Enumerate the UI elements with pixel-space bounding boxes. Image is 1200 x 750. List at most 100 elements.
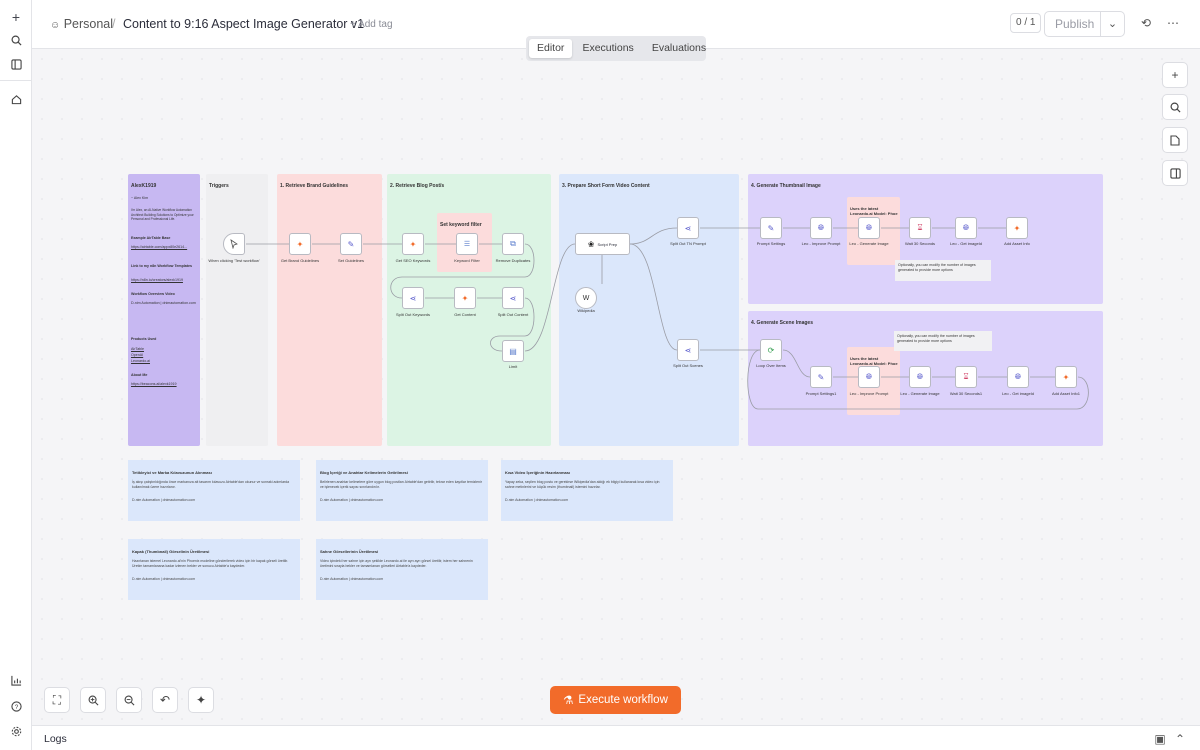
tidy-up-button[interactable]: ✦ [188,687,214,713]
note-scenes-body: Video içindeki her sahne için ayrı şekil… [320,559,473,568]
execute-workflow-button[interactable]: ⚗ Execute workflow [550,686,681,714]
node-wikipedia[interactable]: W [575,287,597,309]
note-video[interactable]: Kısa Video İçeriğinin Hazırlanması Yapay… [501,460,673,521]
fit-view-button[interactable]: ⛶ [44,687,70,713]
version-counter: 0 / 1 [1010,13,1042,33]
note-blog-footer: D-nim Automation | dnimautomation.com [320,498,384,502]
history-icon[interactable]: ⟲ [1138,15,1154,31]
edit-icon: ✎ [817,372,825,382]
airtable-icon: ✦ [296,239,304,249]
node-leo-generate-image[interactable]: 🌐︎ [858,217,880,239]
more-icon[interactable]: ⋯ [1165,15,1181,31]
node-set-guidelines[interactable]: ✎ [340,233,362,255]
label-get-seo-keywords: Get SEO Keywords [395,258,431,263]
split-icon: ⋖ [409,293,417,303]
label-split-out-scenes: Split Out Scenes [673,363,703,368]
insights-icon[interactable] [6,670,26,690]
note-scenes[interactable]: Sahne Görsellerinin Üretilmesi Video içi… [316,539,488,600]
label-leo-generate-image: Leo - Generate Image [849,241,889,246]
note-video-body: Yapay zeka, seçilen blog postu ve gereki… [505,480,660,489]
node-wait-30-1[interactable]: ⌛︎ [955,366,977,388]
logs-bar[interactable]: Logs ▣ ⌃ [32,725,1200,750]
search-icon[interactable] [6,30,26,50]
airtable-icon: ✦ [461,293,469,303]
node-get-brand-guidelines[interactable]: ✦ [289,233,311,255]
node-prompt-settings[interactable]: ✎ [760,217,782,239]
node-leo-get-imageid-2[interactable]: 🌐︎ [1007,366,1029,388]
node-split-out-tn-prompt[interactable]: ⋖ [677,217,699,239]
note-brand[interactable]: Tetikleyici ve Marka Kılavuzunun Alınmas… [128,460,300,521]
note-video-footer: D-nim Automation | dnimautomation.com [505,498,569,502]
node-leo-get-imageid[interactable]: 🌐︎ [955,217,977,239]
chevron-down-icon[interactable]: ⌄ [1101,12,1124,36]
label-wait-30-1: Wait 30 Seconds1 [949,391,983,396]
node-leo-improve-prompt-2[interactable]: 🌐︎ [858,366,880,388]
zoom-in-button[interactable] [80,687,106,713]
node-trigger[interactable] [223,233,245,255]
add-icon[interactable]: + [6,7,26,27]
home-icon[interactable] [6,89,26,109]
svg-text:?: ? [14,703,18,710]
node-split-out-scenes[interactable]: ⋖ [677,339,699,361]
filter-icon: ☰ [463,241,471,248]
node-script-prep[interactable]: ❀ Script Prep [575,233,630,255]
edit-icon: ✎ [347,239,355,249]
zoom-out-button[interactable] [116,687,142,713]
node-loop-over-items[interactable]: ⟳ [760,339,782,361]
add-tag-button[interactable]: + Add tag [350,19,393,30]
workflow-canvas[interactable]: Editor Executions Evaluations + AlexK191… [32,36,1200,725]
publish-label[interactable]: Publish [1045,12,1101,36]
globe-icon: 🌐︎ [1014,372,1022,381]
breadcrumb[interactable]: ☺ Personal [50,17,113,31]
breadcrumb-project[interactable]: Personal [64,17,113,31]
node-get-seo-keywords[interactable]: ✦ [402,233,424,255]
limit-icon: ▤ [509,346,517,356]
undo-button[interactable]: ↶ [152,687,178,713]
note-video-title: Kısa Video İçeriğinin Hazırlanması [505,470,571,475]
panel-icon[interactable] [6,54,26,74]
label-loop-over-items: Loop Over Items [756,363,786,368]
label-add-asset-info: Add Asset Info [1004,241,1030,246]
note-blog[interactable]: Blog İçeriği ve Anahtar Kelimelerin Geti… [316,460,488,521]
chevron-up-icon[interactable]: ⌃ [1172,731,1188,747]
wikipedia-icon: W [582,294,590,302]
execute-workflow-label[interactable]: Execute workflow [578,694,667,706]
note-brand-footer: D-nim Automation | dnimautomation.com [132,498,196,502]
split-icon: ⋖ [684,223,692,233]
node-split-out-keywords[interactable]: ⋖ [402,287,424,309]
note-thumbnail-title: Kapak (Thumbnail) Görselinin Üretilmesi [132,549,210,554]
hourglass-icon: ⌛︎ [963,372,969,381]
node-wait-30[interactable]: ⌛︎ [909,217,931,239]
globe-icon: 🌐︎ [865,372,873,381]
node-get-content[interactable]: ✦ [454,287,476,309]
node-remove-duplicates[interactable]: ⧉ [502,233,524,255]
globe-icon: 🌐︎ [916,372,924,381]
label-leo-get-imageid: Leo - Get imageId [949,241,983,246]
note-thumbnail[interactable]: Kapak (Thumbnail) Görselinin Üretilmesi … [128,539,300,600]
node-add-asset-info[interactable]: ✦ [1006,217,1028,239]
node-keyword-filter[interactable]: ☰ [456,233,478,255]
open-logs-icon[interactable]: ▣ [1152,731,1168,747]
label-split-out-keywords: Split Out Keywords [395,312,431,317]
node-add-asset-info1[interactable]: ✦ [1055,366,1077,388]
publish-button[interactable]: Publish ⌄ [1044,11,1125,37]
node-leo-improve-prompt[interactable]: 🌐︎ [810,217,832,239]
airtable-icon: ✦ [1013,223,1021,233]
node-leo-generate-image-2[interactable]: 🌐︎ [909,366,931,388]
zoom-out-icon [124,695,134,705]
node-prompt-settings1[interactable]: ✎ [810,366,832,388]
node-split-out-content[interactable]: ⋖ [502,287,524,309]
label-leo-generate-image-2: Leo - Generate Image [900,391,940,396]
wand-icon: ✦ [195,693,207,707]
help-icon[interactable]: ? [6,696,26,716]
split-icon: ⋖ [509,293,517,303]
label-leo-get-imageid-2: Leo - Get imageId [1001,391,1035,396]
workflow-title[interactable]: Content to 9:16 Aspect Image Generator v… [123,17,364,31]
label-leo-improve-prompt: Leo - Improve Prompt [801,241,841,246]
conn-script-splitscenes [629,243,678,351]
node-limit[interactable]: ▤ [502,340,524,362]
cursor-icon [230,239,238,249]
label-wikipedia: Wikipedia [577,308,595,313]
logs-label[interactable]: Logs [44,733,67,745]
settings-icon[interactable] [6,721,26,741]
